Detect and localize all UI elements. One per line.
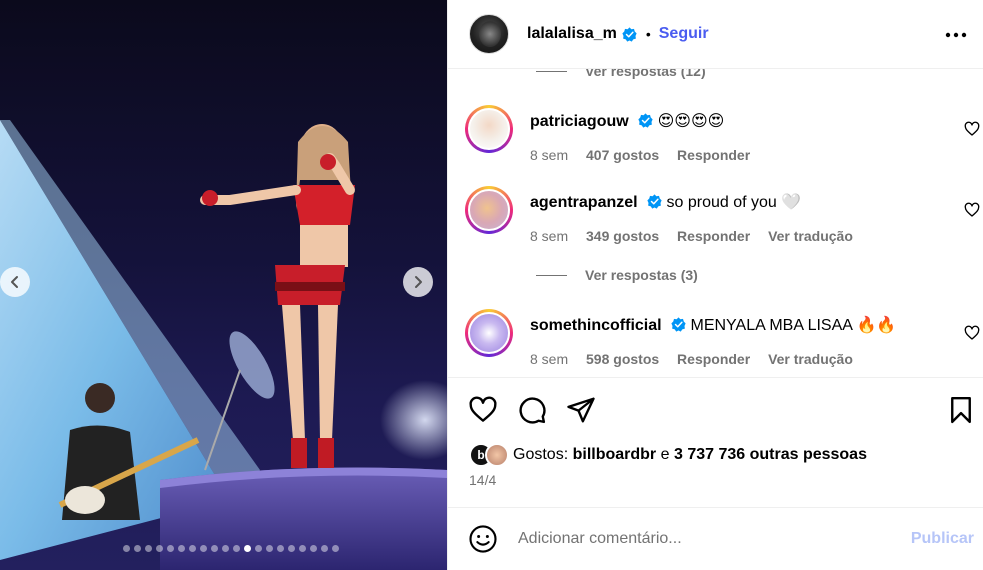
view-replies-button[interactable]: Ver respostas (3): [536, 267, 698, 283]
carousel-dot: [331, 545, 339, 552]
verified-badge-icon: [671, 317, 686, 332]
commenter-avatar[interactable]: [465, 105, 513, 153]
view-replies-label: Ver respostas (12): [585, 69, 706, 79]
comments-list[interactable]: Ver respostas (12) patriciagouw 😍😍😍😍 8 s…: [448, 69, 983, 377]
carousel-dot: [221, 545, 229, 552]
verified-badge-icon: [622, 26, 637, 42]
carousel-dot: [287, 545, 295, 552]
replies-line: [536, 274, 567, 276]
more-options-button[interactable]: [944, 23, 968, 47]
concert-photo: [0, 120, 447, 570]
bookmark-icon[interactable]: [946, 395, 976, 425]
carousel-dot: [265, 545, 273, 552]
carousel-dot: [298, 545, 306, 552]
carousel-dot: [122, 545, 130, 552]
comment-text: 😍😍😍😍: [657, 113, 725, 130]
header-separator: •: [645, 26, 651, 42]
commenter-avatar[interactable]: [465, 186, 513, 234]
share-icon[interactable]: [566, 395, 596, 425]
post-date[interactable]: 14/4: [469, 472, 496, 488]
view-replies-label: Ver respostas (3): [585, 267, 698, 283]
carousel-dot: [320, 545, 328, 552]
more-horizontal-icon: [945, 32, 967, 38]
comment-time[interactable]: 8 sem: [530, 147, 568, 163]
carousel-dot: [188, 545, 196, 552]
carousel-dot: [254, 545, 262, 552]
chevron-right-icon: [415, 276, 422, 288]
carousel-dot: [309, 545, 317, 552]
carousel-dot: [144, 545, 152, 552]
author-username[interactable]: lalalalisa_m: [527, 25, 617, 43]
replies-line: [536, 70, 567, 72]
likes-prefix: Gostos:: [513, 446, 569, 463]
author-avatar[interactable]: [469, 14, 509, 54]
carousel-prev-button[interactable]: [0, 267, 30, 297]
comment-text: so proud of you 🤍: [666, 194, 802, 211]
post-actions: [448, 377, 983, 507]
carousel-dot: [232, 545, 240, 552]
translate-button[interactable]: Ver tradução: [768, 351, 853, 367]
comment-likes[interactable]: 598 gostos: [586, 351, 659, 367]
carousel-dot: [210, 545, 218, 552]
comment-time[interactable]: 8 sem: [530, 228, 568, 244]
carousel-dot-active: [243, 545, 251, 552]
comment-text: MENYALA MBA LISAA 🔥🔥: [690, 317, 897, 334]
first-liker-username[interactable]: billboardbr: [573, 446, 657, 463]
like-comment-heart-icon[interactable]: [964, 121, 980, 137]
comment-input[interactable]: [518, 530, 878, 548]
carousel-next-button[interactable]: [403, 267, 433, 297]
carousel-dot: [155, 545, 163, 552]
reply-button[interactable]: Responder: [677, 228, 750, 244]
carousel-dot: [177, 545, 185, 552]
comment-icon[interactable]: [517, 395, 547, 425]
other-likers-link[interactable]: 3 737 736 outras pessoas: [674, 446, 867, 463]
carousel-indicator: [0, 545, 447, 552]
commenter-avatar[interactable]: [465, 309, 513, 357]
verified-badge-icon: [638, 113, 653, 128]
reply-button[interactable]: Responder: [677, 147, 750, 163]
verified-badge-icon: [647, 194, 662, 209]
like-comment-heart-icon[interactable]: [964, 325, 980, 341]
likes-conjunction: e: [660, 446, 670, 463]
like-comment-heart-icon[interactable]: [964, 202, 980, 218]
post-media[interactable]: [0, 0, 447, 570]
add-comment-bar: Publicar: [448, 507, 983, 570]
carousel-dot: [166, 545, 174, 552]
carousel-dot: [276, 545, 284, 552]
post-header: lalalalisa_m • Seguir: [448, 0, 983, 69]
comment-time[interactable]: 8 sem: [530, 351, 568, 367]
commenter-username[interactable]: somethincofficial: [530, 317, 662, 334]
view-replies-button[interactable]: Ver respostas (12): [536, 69, 706, 79]
publish-button[interactable]: Publicar: [911, 530, 974, 548]
carousel-dot: [199, 545, 207, 552]
liker-avatar[interactable]: [485, 443, 509, 467]
comment-likes[interactable]: 407 gostos: [586, 147, 659, 163]
reply-button[interactable]: Responder: [677, 351, 750, 367]
carousel-dot: [133, 545, 141, 552]
chevron-left-icon: [11, 276, 18, 288]
commenter-username[interactable]: patriciagouw: [530, 113, 629, 130]
comment-likes[interactable]: 349 gostos: [586, 228, 659, 244]
translate-button[interactable]: Ver tradução: [768, 228, 853, 244]
commenter-username[interactable]: agentrapanzel: [530, 194, 638, 211]
likes-summary: b Gostos: billboardbr e 3 737 736 outras…: [469, 443, 867, 467]
follow-button[interactable]: Seguir: [659, 25, 709, 43]
post-panel: lalalalisa_m • Seguir Ver respostas (12): [447, 0, 983, 570]
emoji-icon[interactable]: [468, 524, 498, 554]
heart-icon[interactable]: [468, 395, 498, 425]
